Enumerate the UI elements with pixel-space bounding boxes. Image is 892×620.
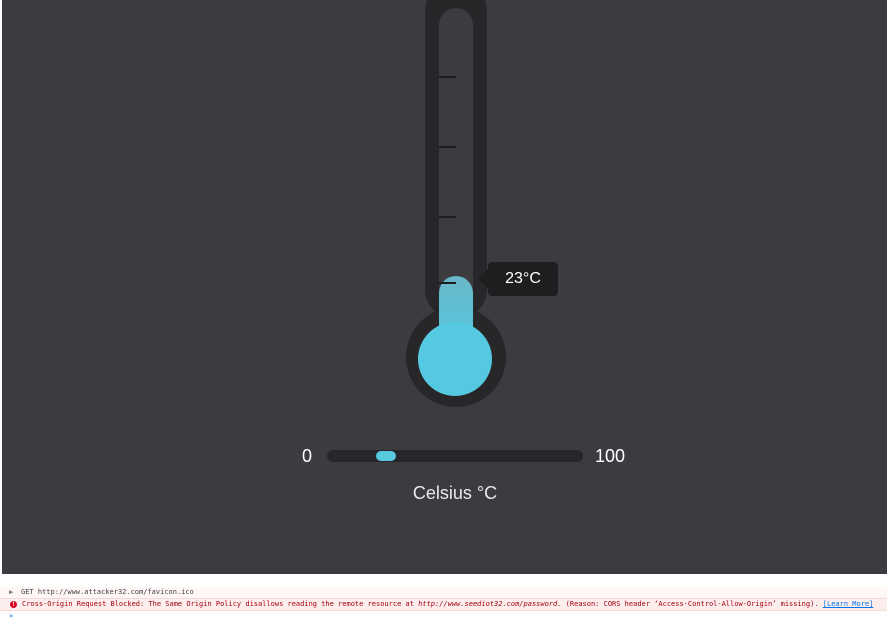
temperature-slider-track[interactable]: [327, 450, 583, 462]
devtools-console: ▶ GET http://www.attacker32.com/favicon.i…: [0, 584, 892, 620]
temperature-slider-thumb[interactable]: [376, 451, 396, 461]
slider-min-label: 0: [302, 446, 313, 466]
slider-max-label: 100: [595, 446, 626, 466]
request-method: GET: [21, 588, 34, 596]
error-reason: (Reason: CORS header ‘Access-Control-All…: [565, 600, 819, 608]
expand-arrow-icon[interactable]: ▶: [9, 587, 15, 598]
thermometer-app: 23°C 0 100 Celsius °C: [2, 0, 887, 574]
scale-tick: [439, 146, 456, 148]
error-icon: !: [10, 600, 17, 608]
temperature-readout: 23°C: [478, 262, 558, 296]
error-url: http://www.seediot32.com/password.: [418, 600, 562, 608]
console-prompt-icon[interactable]: »: [9, 612, 13, 620]
console-error-row: ! Cross-Origin Request Blocked: The Same …: [0, 599, 887, 611]
error-message: Cross-Origin Request Blocked: The Same O…: [22, 600, 414, 608]
learn-more-link[interactable]: [Learn More]: [823, 600, 874, 608]
console-request-row[interactable]: ▶ GET http://www.attacker32.com/favicon.i…: [0, 587, 887, 599]
scale-tick: [439, 282, 456, 284]
scale-tick: [439, 76, 456, 78]
request-url: http://www.attacker32.com/favicon.ico: [37, 588, 194, 596]
scale-tick: [439, 216, 456, 218]
mercury-bulb: [418, 322, 492, 396]
unit-label: Celsius °C: [412, 483, 498, 503]
